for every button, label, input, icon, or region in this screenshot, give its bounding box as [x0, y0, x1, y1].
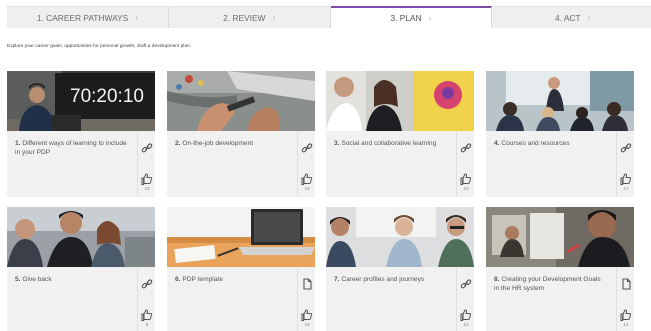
card-title-text: Creating your Development Goals in the H…	[494, 276, 601, 292]
tab-label: 2. REVIEW	[223, 12, 266, 23]
tab-review[interactable]: 2. REVIEW ›	[168, 6, 331, 28]
card-title-text: Different ways of learning to include in…	[15, 140, 127, 156]
card-title-text: Career profiles and journeys	[339, 276, 425, 283]
like-count: 12	[463, 322, 469, 327]
intro-text: Explore your career goals, opportunities…	[7, 44, 191, 49]
like-icon[interactable]	[459, 173, 473, 185]
like-icon[interactable]	[300, 309, 314, 321]
card-actions: 16	[456, 131, 474, 197]
like-icon[interactable]	[459, 309, 473, 321]
card-actions: 12	[456, 267, 474, 331]
card-image: 70:20:10	[7, 71, 155, 131]
like-count: 14	[623, 322, 629, 327]
tab-label: 4. ACT	[554, 12, 581, 23]
stepper-tabs: 1. CAREER PATHWAYS › 2. REVIEW › 3. PLAN…	[7, 6, 651, 28]
tab-label: 1. CAREER PATHWAYS	[36, 12, 129, 23]
link-icon[interactable]	[140, 277, 154, 291]
card-title-text: On-the-job development	[180, 140, 254, 147]
card-actions: 23	[137, 131, 155, 197]
thumb-clock-text: 70:20:10	[70, 86, 144, 107]
card-title-text: PDP template	[180, 276, 223, 283]
card-actions: 16	[297, 267, 315, 331]
like-count: 16	[304, 322, 310, 327]
document-icon[interactable]	[300, 277, 314, 291]
card-title: 2. On-the-job development	[175, 139, 287, 148]
card-on-the-job-development[interactable]: 2. On-the-job development 19	[167, 71, 315, 197]
card-image	[486, 71, 634, 131]
chevron-right-icon: ›	[272, 13, 276, 22]
card-image	[326, 207, 474, 267]
card-title: 6. PDP template	[175, 275, 287, 284]
like-icon[interactable]	[140, 173, 154, 185]
card-actions: 14	[616, 267, 634, 331]
like-icon[interactable]	[619, 309, 633, 321]
card-title-text: Give back	[20, 276, 52, 283]
card-title: 4. Courses and resources	[494, 139, 606, 148]
card-actions: 19	[297, 131, 315, 197]
card-image	[167, 207, 315, 267]
card-different-ways-of-learning[interactable]: 70:20:10 1. Different ways of learning t…	[7, 71, 155, 197]
like-icon[interactable]	[140, 309, 154, 321]
card-title: 8. Creating your Development Goals in th…	[494, 275, 606, 293]
link-icon[interactable]	[140, 141, 154, 155]
card-give-back[interactable]: 5. Give back 9	[7, 207, 155, 331]
like-icon[interactable]	[300, 173, 314, 185]
card-creating-development-goals[interactable]: 8. Creating your Development Goals in th…	[486, 207, 634, 331]
card-image	[7, 207, 155, 267]
like-icon[interactable]	[619, 173, 633, 185]
tab-label: 3. PLAN	[390, 13, 422, 23]
document-icon[interactable]	[619, 277, 633, 291]
card-career-profiles-and-journeys[interactable]: 7. Career profiles and journeys 12	[326, 207, 474, 331]
card-image	[167, 71, 315, 131]
card-title-text: Social and collaborative learning	[339, 140, 437, 147]
like-count: 9	[145, 322, 149, 327]
chevron-right-icon: ›	[428, 13, 432, 23]
card-title: 1. Different ways of learning to include…	[15, 139, 127, 157]
chevron-right-icon: ›	[587, 13, 591, 22]
card-title: 3. Social and collaborative learning	[334, 139, 446, 148]
tab-act[interactable]: 4. ACT ›	[492, 6, 651, 28]
like-count: 17	[623, 186, 629, 191]
card-social-and-collaborative-learning[interactable]: 3. Social and collaborative learning 16	[326, 71, 474, 197]
card-title-text: Courses and resources	[499, 140, 570, 147]
card-title: 7. Career profiles and journeys	[334, 275, 446, 284]
link-icon[interactable]	[459, 141, 473, 155]
link-icon[interactable]	[300, 141, 314, 155]
card-pdp-template[interactable]: 6. PDP template 16	[167, 207, 315, 331]
tab-career-pathways[interactable]: 1. CAREER PATHWAYS ›	[7, 6, 169, 28]
link-icon[interactable]	[459, 277, 473, 291]
card-title: 5. Give back	[15, 275, 127, 284]
chevron-right-icon: ›	[135, 13, 138, 22]
card-image	[326, 71, 474, 131]
card-actions: 9	[137, 267, 155, 331]
card-courses-and-resources[interactable]: 4. Courses and resources 17	[486, 71, 634, 197]
like-count: 23	[144, 186, 150, 191]
card-actions: 17	[616, 131, 634, 197]
tab-plan[interactable]: 3. PLAN ›	[330, 6, 493, 28]
link-icon[interactable]	[619, 141, 633, 155]
like-count: 16	[463, 186, 469, 191]
like-count: 19	[304, 186, 310, 191]
card-image	[486, 207, 634, 267]
